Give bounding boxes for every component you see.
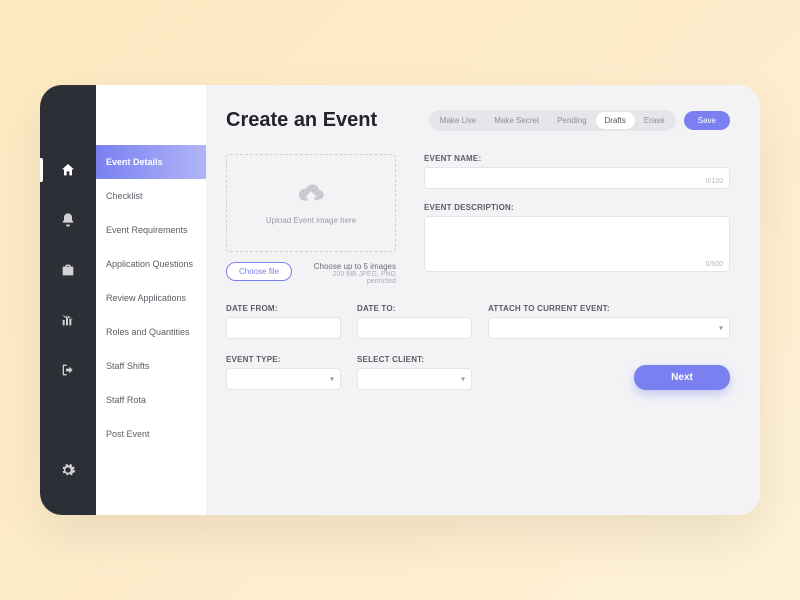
date-to-label: DATE TO: [357,304,472,313]
cloud-upload-icon [297,182,325,210]
attach-label: ATTACH TO CURRENT EVENT: [488,304,730,313]
logout-icon [60,362,76,378]
icon-rail [40,85,96,515]
event-name-label: EVENT NAME: [424,154,730,163]
chevron-down-icon: ▾ [330,375,334,384]
header-action[interactable]: Make Secret [485,112,548,129]
gear-icon [60,462,76,478]
rail-settings[interactable] [40,445,96,495]
event-desc-counter: 0/500 [705,261,723,268]
date-to-input[interactable] [357,317,472,339]
choose-file-button[interactable]: Choose file [226,262,292,281]
header: Create an Event Make LiveMake SecretPend… [226,109,730,132]
right-column: EVENT NAME: 0/120 EVENT DESCRIPTION: 0/5… [424,154,730,286]
header-actions: Make LiveMake SecretPendingDraftsErase [429,110,676,131]
sub-nav-item[interactable]: Roles and Quantities [96,315,206,349]
rail-analytics[interactable] [40,295,96,345]
bell-icon [60,212,76,228]
event-desc-input[interactable]: 0/500 [424,216,730,272]
chart-icon [60,312,76,328]
sub-nav-item[interactable]: Staff Shifts [96,349,206,383]
main-panel: Create an Event Make LiveMake SecretPend… [206,85,760,515]
upload-info: Choose up to 5 images 200 MB JPEG, PNG p… [304,262,396,285]
sub-nav-item[interactable]: Post Event [96,417,206,451]
attach-select[interactable]: ▾ [488,317,730,339]
save-button[interactable]: Save [684,111,730,130]
header-action[interactable]: Pending [548,112,595,129]
lower-right: ATTACH TO CURRENT EVENT: ▾ Next [488,304,730,390]
event-type-select[interactable]: ▾ [226,368,341,390]
upload-placeholder-text: Upload Event image here [266,216,356,225]
header-action[interactable]: Drafts [596,112,635,129]
rail-home[interactable] [40,145,96,195]
header-action[interactable]: Erase [635,112,674,129]
lower-form: DATE FROM: DATE TO: EVENT TYPE: ▾ SELECT… [226,304,730,390]
content: Upload Event image here Choose file Choo… [226,154,730,286]
event-name-counter: 0/120 [705,178,723,185]
sub-nav-item[interactable]: Event Requirements [96,213,206,247]
upload-info-line1: Choose up to 5 images [304,262,396,271]
home-icon [60,162,76,178]
lower-left: DATE FROM: DATE TO: EVENT TYPE: ▾ SELECT… [226,304,472,390]
sub-nav-item[interactable]: Review Applications [96,281,206,315]
select-client-select[interactable]: ▾ [357,368,472,390]
app-window: Event DetailsChecklistEvent Requirements… [40,85,760,515]
header-action[interactable]: Make Live [431,112,485,129]
sub-nav-item[interactable]: Event Details [96,145,206,179]
date-from-input[interactable] [226,317,341,339]
left-column: Upload Event image here Choose file Choo… [226,154,396,286]
sub-nav-item[interactable]: Checklist [96,179,206,213]
upload-info-line2: 200 MB JPEG, PNG permitted [304,271,396,285]
sub-nav-item[interactable]: Application Questions [96,247,206,281]
rail-notifications[interactable] [40,195,96,245]
sub-nav: Event DetailsChecklistEvent Requirements… [96,85,206,515]
rail-logout[interactable] [40,345,96,395]
chevron-down-icon: ▾ [461,375,465,384]
event-type-label: EVENT TYPE: [226,355,341,364]
next-button[interactable]: Next [634,365,730,390]
select-client-label: SELECT CLIENT: [357,355,472,364]
upload-dropzone[interactable]: Upload Event image here [226,154,396,252]
chevron-down-icon: ▾ [719,324,723,333]
upload-meta: Choose file Choose up to 5 images 200 MB… [226,262,396,285]
page-title: Create an Event [226,109,377,132]
date-from-label: DATE FROM: [226,304,341,313]
sub-nav-item[interactable]: Staff Rota [96,383,206,417]
event-name-input[interactable]: 0/120 [424,167,730,189]
rail-briefcase[interactable] [40,245,96,295]
briefcase-icon [60,262,76,278]
event-desc-label: EVENT DESCRIPTION: [424,203,730,212]
